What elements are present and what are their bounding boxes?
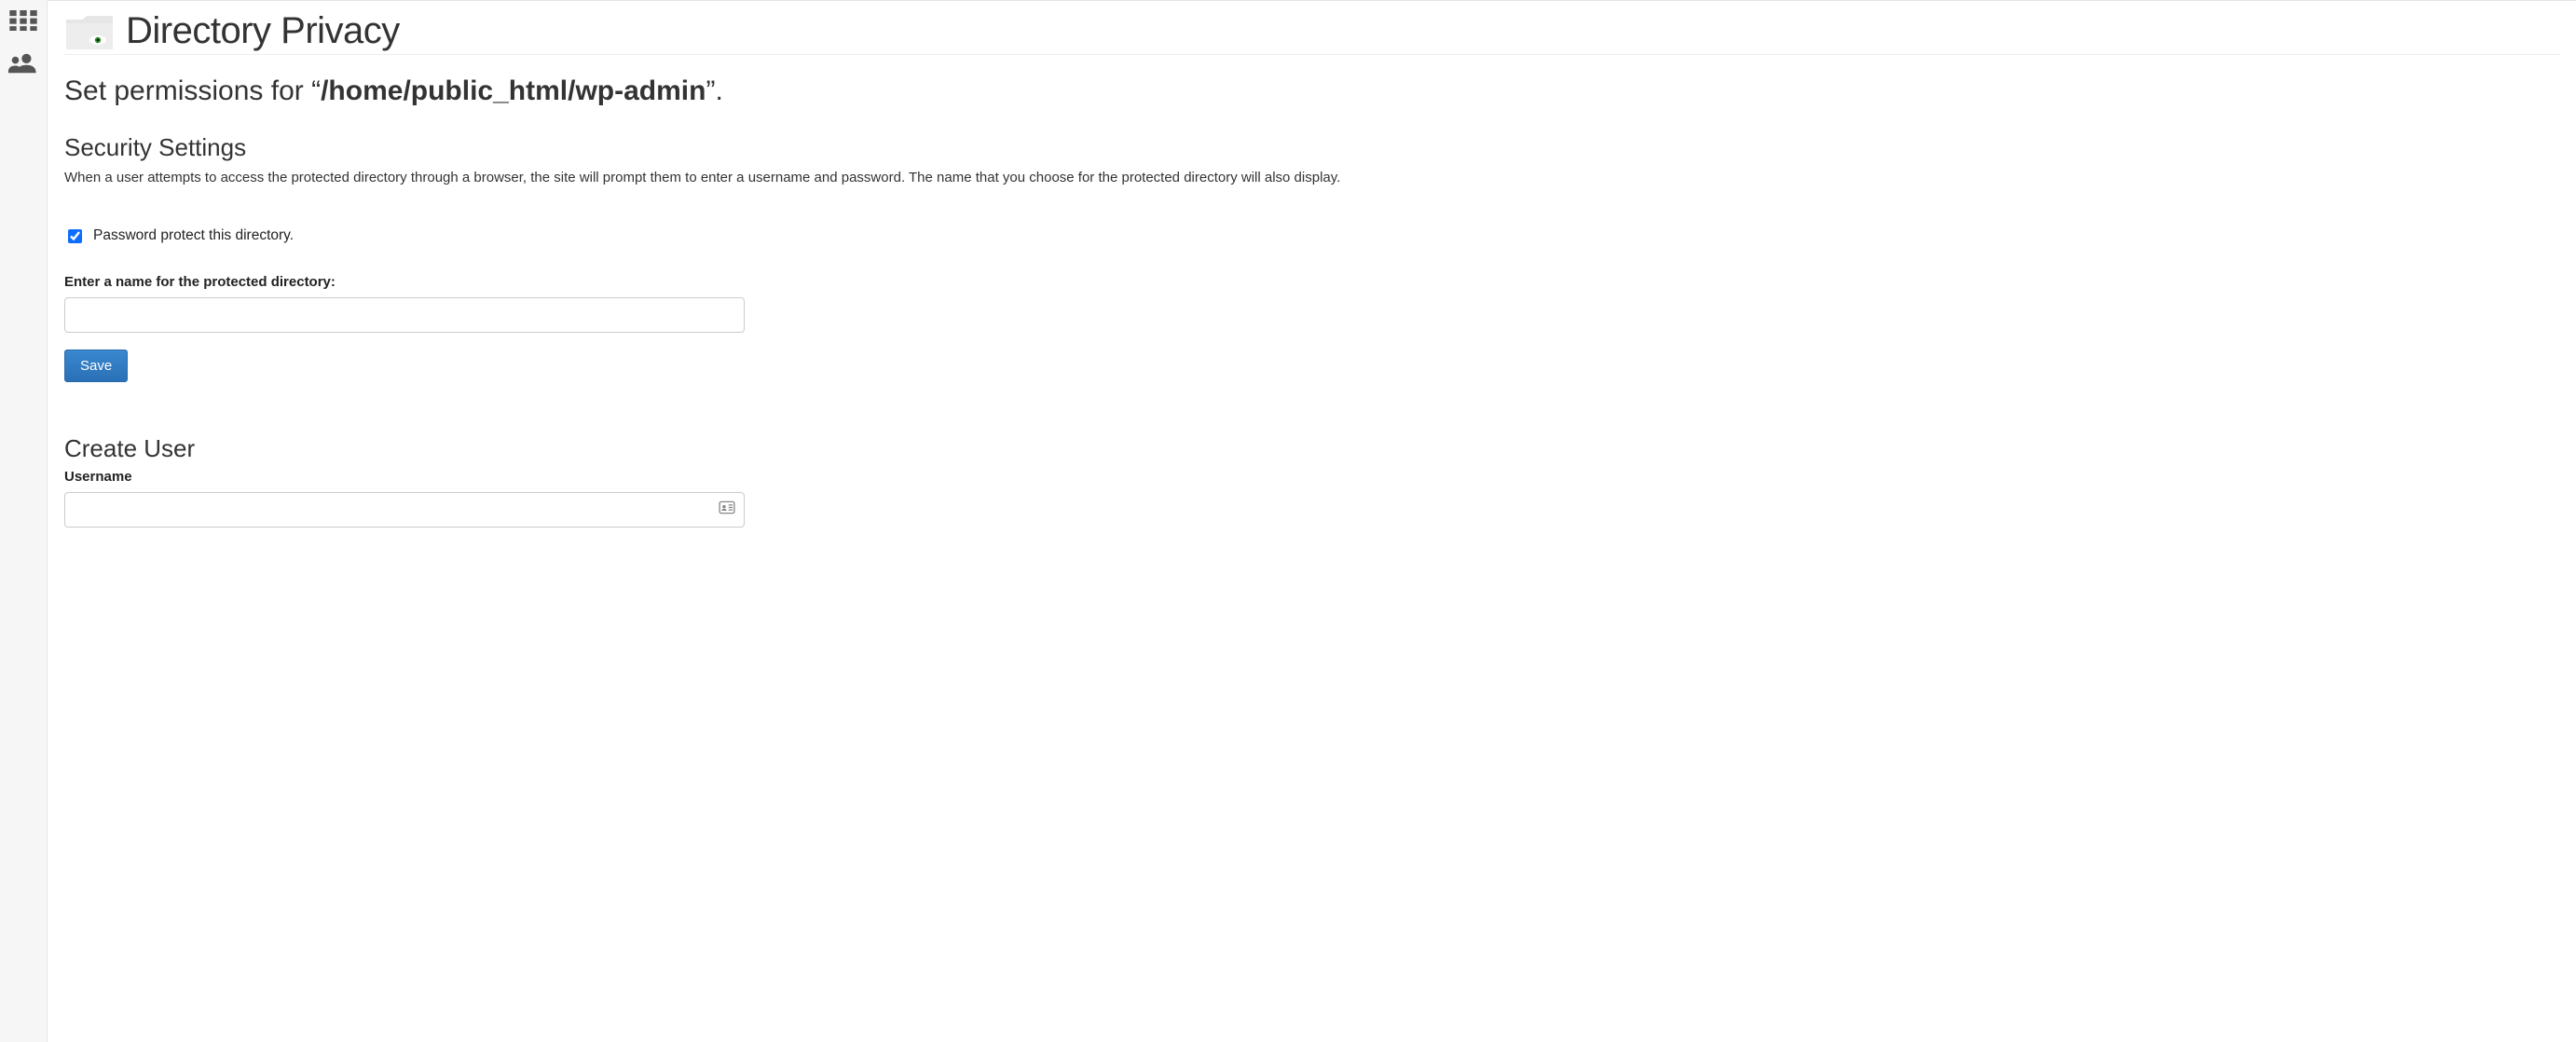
- security-settings-heading: Security Settings: [64, 133, 2559, 162]
- grid-icon[interactable]: [7, 7, 39, 34]
- username-input[interactable]: [64, 492, 745, 528]
- permissions-heading: Set permissions for “/home/public_html/w…: [64, 75, 2559, 107]
- app-root: Directory Privacy Set permissions for “/…: [0, 0, 2576, 1042]
- spacer: [64, 382, 2559, 434]
- permissions-suffix: ”.: [706, 75, 722, 106]
- page-header: Directory Privacy: [64, 10, 2559, 55]
- security-settings-description: When a user attempts to access the prote…: [64, 168, 2559, 189]
- directory-name-input[interactable]: [64, 297, 745, 333]
- username-wrap: [64, 492, 745, 528]
- page-title: Directory Privacy: [126, 10, 400, 52]
- permissions-prefix: Set permissions for “: [64, 75, 321, 106]
- users-icon[interactable]: [7, 50, 39, 76]
- directory-name-wrap: [64, 297, 745, 333]
- password-protect-row: Password protect this directory.: [64, 226, 2559, 246]
- left-sidebar: [0, 0, 47, 1042]
- save-button[interactable]: Save: [64, 350, 128, 382]
- create-user-heading: Create User: [64, 434, 2559, 463]
- password-protect-checkbox[interactable]: [68, 229, 82, 243]
- username-label: Username: [64, 469, 2559, 485]
- folder-eye-icon: [64, 12, 115, 51]
- directory-name-label: Enter a name for the protected directory…: [64, 274, 2559, 290]
- permissions-path: /home/public_html/wp-admin: [321, 75, 706, 106]
- main-content: Directory Privacy Set permissions for “/…: [47, 0, 2576, 1042]
- password-protect-label[interactable]: Password protect this directory.: [93, 227, 294, 244]
